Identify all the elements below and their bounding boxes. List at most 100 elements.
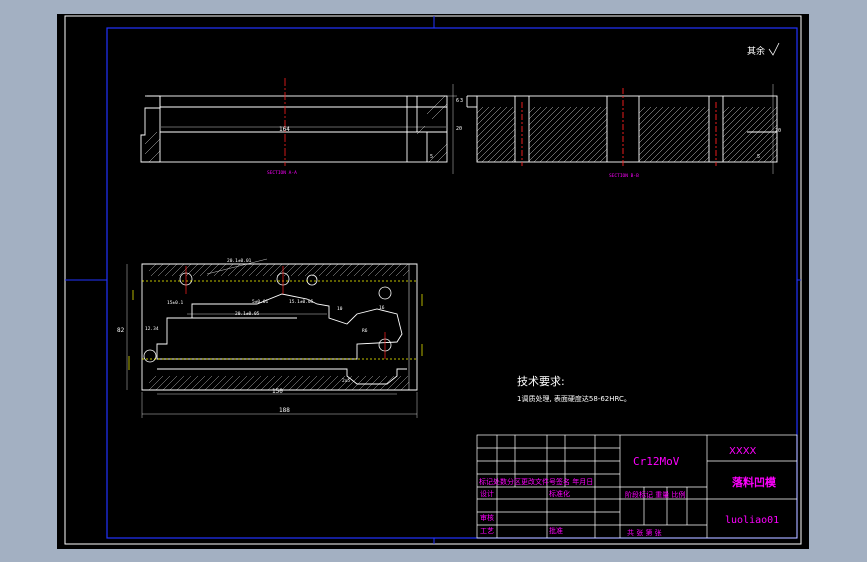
dim-plan-inner: 150 — [272, 388, 283, 395]
hatch-line — [587, 142, 608, 163]
hatch-line — [476, 110, 516, 150]
hatch-line — [593, 148, 608, 163]
hatch-line — [679, 132, 710, 163]
hatch-line — [325, 263, 339, 277]
hatch-line — [599, 154, 608, 163]
hatch-line — [476, 106, 514, 144]
hatch-line — [395, 263, 409, 277]
hatch-line — [393, 375, 409, 391]
hatch-line — [148, 263, 157, 272]
hatch-line — [316, 375, 332, 391]
hatch-line — [353, 263, 367, 277]
design-label: 设计 — [480, 489, 494, 498]
drawing-sheet: 其余 164 6 20 5 SECTION A-A 20 5 3 SECTION… — [57, 14, 809, 549]
hatch-line — [169, 375, 185, 391]
hatch-line — [685, 138, 710, 163]
dim-top-small: 5 — [430, 154, 433, 160]
hatch-line — [722, 106, 754, 138]
hatch-line — [667, 120, 710, 163]
hatch-line — [476, 106, 496, 126]
hatch-line — [183, 375, 199, 391]
hatch-line — [365, 375, 381, 391]
hatch-line — [246, 375, 262, 391]
hatch-line — [763, 148, 778, 163]
hatch-line — [227, 263, 241, 277]
hatch-line — [551, 106, 608, 163]
dim-d7: 10 — [337, 306, 343, 312]
hatch-line — [318, 263, 332, 277]
hatch-line — [218, 375, 234, 391]
hatch-line — [533, 106, 590, 163]
hatch-line — [288, 375, 304, 391]
hatch-line — [638, 106, 664, 132]
hatch-line — [722, 106, 730, 114]
hatch-line — [481, 128, 516, 163]
hatch-line — [302, 375, 318, 391]
hatch-line — [722, 106, 760, 144]
plan-centerlines — [185, 266, 386, 359]
hatch-line — [476, 106, 508, 138]
hatch-line — [225, 375, 241, 391]
hatch-line — [351, 375, 367, 391]
hatch-line — [155, 375, 171, 391]
hatch-line — [581, 136, 608, 163]
part-name-text: 落料凹模 — [732, 475, 777, 489]
hatch-line — [402, 269, 410, 277]
revision-row-label: 标记处数分区更改文件号签名 年月日 — [479, 477, 593, 486]
dim-top-step: 6 — [456, 98, 459, 104]
material-text: Cr12MoV — [633, 455, 680, 468]
hatch-line — [311, 263, 325, 277]
hatch-line — [745, 130, 778, 163]
hatch-line — [528, 106, 578, 156]
hatch-line — [638, 106, 676, 144]
hatch-line — [197, 375, 213, 391]
hatch-line — [697, 150, 710, 163]
front-view-hatch — [144, 95, 448, 163]
hatch-line — [528, 106, 560, 138]
hatch-line — [476, 106, 484, 114]
outer-border — [64, 15, 802, 545]
hatch-line — [557, 112, 608, 163]
hatch-line — [150, 263, 164, 277]
hatch-line — [255, 263, 269, 277]
section-a-label: SECTION A-A — [267, 170, 297, 176]
section-view — [466, 95, 778, 163]
hatch-line — [388, 263, 402, 277]
hatch-line — [638, 106, 694, 162]
company-text: XXXX — [729, 446, 757, 457]
hatch-line — [722, 106, 736, 120]
hatch-line — [162, 375, 178, 391]
dim-top-h: 20 — [456, 126, 462, 132]
hatch-line — [528, 106, 554, 132]
hatch-line — [164, 263, 178, 277]
hatch-line — [751, 136, 778, 163]
hatch-line — [528, 106, 566, 144]
section-b-label: SECTION B-B — [609, 173, 639, 179]
plan-view — [141, 263, 418, 391]
dim-sec-top: 3 — [460, 98, 463, 104]
surface-finish-label: 其余 — [747, 45, 765, 57]
dim-d10: 2x5 — [342, 378, 350, 384]
dim-sec-h: 20 — [775, 128, 781, 134]
hatch-line — [649, 106, 706, 163]
hatch-line — [722, 106, 778, 162]
hatch-line — [638, 106, 652, 120]
hatch-line — [176, 375, 192, 391]
approve-label: 批准 — [549, 526, 563, 535]
hatch-line — [569, 124, 608, 163]
hatch-line — [727, 112, 778, 163]
dim-d4: 15.1±0.05 — [289, 299, 314, 305]
hatch-line — [192, 263, 206, 277]
hatch-line — [332, 263, 346, 277]
hatch-line — [499, 146, 516, 163]
hatch-line — [722, 106, 772, 156]
standardization-label: 标准化 — [549, 489, 570, 498]
front-view — [140, 95, 448, 163]
hatch-line — [281, 375, 297, 391]
hatch-line — [374, 263, 388, 277]
dim-plan-height: 82 — [117, 327, 125, 334]
dim-d8: 16 — [379, 305, 385, 311]
hatch-line — [545, 106, 602, 163]
hatch-line — [190, 375, 206, 391]
hatch-line — [655, 108, 710, 163]
